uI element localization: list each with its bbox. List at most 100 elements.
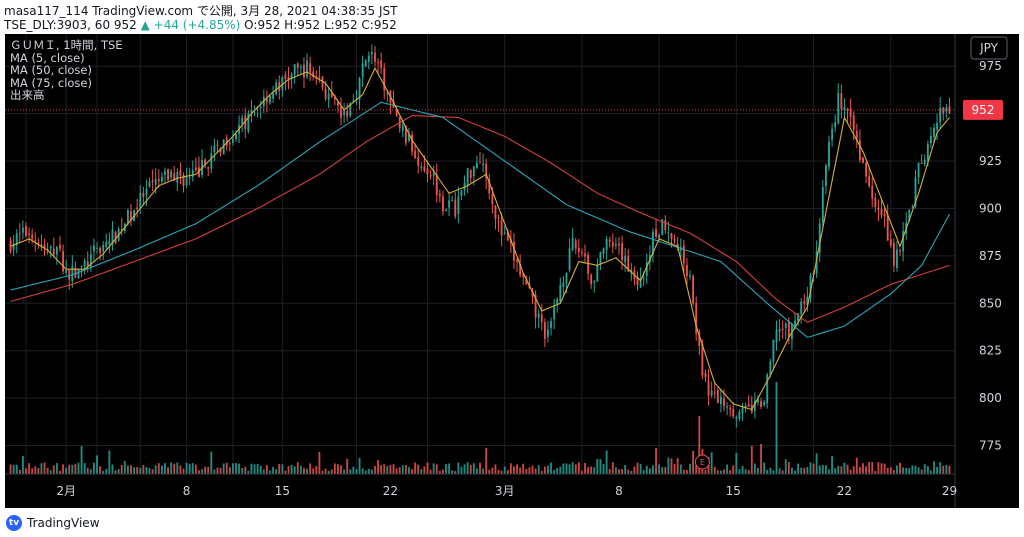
volume-bar (343, 469, 346, 474)
volume-bar (855, 457, 858, 474)
volume-bar (902, 467, 905, 474)
price-chart[interactable]: E 775 800 825 850 875 900 925 975 JPY 952 2月 8 15 22 3… (5, 34, 1019, 508)
volume-bar (821, 465, 824, 474)
candle-body (590, 274, 593, 285)
volume-bar (337, 464, 339, 474)
candle-body (868, 175, 871, 187)
volume-bar (475, 468, 478, 474)
candle-body (692, 276, 695, 304)
volume-bar (367, 468, 370, 474)
candle-body (142, 193, 145, 198)
chart-panel[interactable]: E 775 800 825 850 875 900 925 975 JPY 952 2月 8 15 22 3… (5, 34, 1019, 508)
volume-bar (729, 470, 732, 474)
volume-bar (89, 469, 92, 474)
volume-bar (618, 469, 620, 474)
y-tick-label: 925 (979, 154, 1002, 168)
volume-bar (278, 463, 281, 474)
candle-body (828, 141, 830, 167)
candle-body (157, 179, 160, 182)
volume-bar (210, 451, 213, 474)
candle-body (77, 269, 80, 278)
volume-bar (642, 470, 645, 474)
candle-body (877, 207, 880, 210)
volume-bar (590, 466, 593, 474)
candle-body (213, 145, 216, 153)
volume-bar (939, 462, 942, 474)
volume-bar (633, 466, 636, 474)
candle-body (772, 339, 775, 362)
candle-body (145, 189, 148, 195)
volume-bar (265, 465, 268, 474)
volume-bar (741, 465, 744, 474)
x-tick-label: 22 (837, 484, 852, 498)
volume-bar (96, 455, 98, 474)
volume-bar (287, 466, 290, 474)
event-marker-label: E (700, 458, 705, 467)
legend-ma50[interactable]: MA (50, close) (10, 64, 123, 77)
candle-body (729, 407, 732, 410)
volume-bar (778, 468, 781, 474)
volume-bar (658, 464, 661, 474)
currency-label: JPY (979, 41, 999, 55)
volume-bar (611, 462, 614, 474)
volume-bar (858, 466, 861, 474)
volume-bar (318, 451, 321, 474)
volume-bar (281, 464, 284, 474)
candle-body (611, 242, 614, 247)
candle-body (126, 210, 129, 224)
volume-bar (31, 468, 34, 474)
candle-body (435, 174, 438, 196)
candle-body (272, 93, 274, 99)
volume-bar (469, 464, 472, 474)
candle-body (210, 153, 213, 169)
candle-body (346, 110, 349, 117)
volume-bar (750, 445, 753, 474)
candle-body (71, 266, 74, 282)
candle-body (778, 328, 781, 332)
candle-body (457, 196, 460, 214)
candle-body (865, 162, 867, 177)
candle-body (99, 248, 102, 254)
candle-body (151, 180, 154, 183)
volume-bar (114, 470, 117, 474)
volume-bar (404, 465, 407, 474)
volume-bar (358, 457, 361, 474)
volume-bar (417, 464, 420, 474)
volume-bar (923, 464, 926, 474)
candle-body (500, 220, 503, 236)
volume-bar (77, 462, 80, 474)
candle-body (899, 250, 901, 252)
last-price-label: 952 (972, 103, 995, 117)
volume-bar (652, 465, 654, 474)
volume-bar (494, 464, 497, 474)
volume-bar (303, 468, 305, 474)
volume-bar (849, 469, 852, 474)
candle-body (62, 251, 64, 272)
volume-bar (256, 464, 259, 474)
candle-body (494, 205, 497, 220)
candle-body (738, 411, 741, 420)
candle-body (516, 260, 518, 262)
volume-bar (553, 470, 556, 474)
volume-bar (182, 468, 185, 474)
volume-bar (34, 466, 37, 474)
y-tick-label: 850 (979, 296, 1002, 310)
volume-bar (627, 469, 630, 474)
footer-branding[interactable]: tv TradingView (6, 515, 100, 531)
candle-body (735, 417, 738, 419)
grid-layer (5, 34, 955, 474)
candle-body (228, 143, 231, 145)
volume-bar (886, 468, 889, 474)
volume-bar (846, 464, 849, 474)
volume-bar (148, 467, 151, 474)
volume-bar (562, 463, 565, 474)
candle-body (584, 253, 586, 257)
legend-volume[interactable]: 出来高 (10, 89, 123, 102)
volume-bar (608, 469, 611, 474)
candle-body (883, 213, 886, 217)
candle-body (655, 229, 657, 237)
candle-body (49, 246, 52, 249)
candle-body (423, 166, 426, 171)
ma5-line (10, 66, 950, 411)
volume-bar (584, 463, 586, 474)
